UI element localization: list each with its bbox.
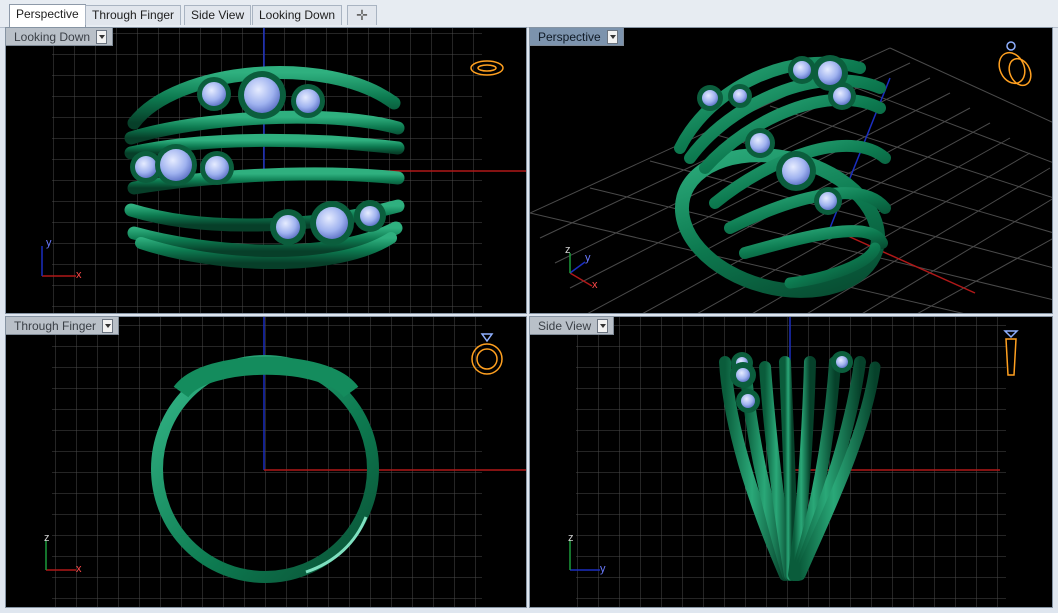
tab-side-view[interactable]: Side View: [184, 5, 252, 25]
viewport-looking-down[interactable]: y x Looking Down: [5, 27, 527, 314]
dropdown-arrow-icon[interactable]: [102, 318, 114, 333]
tab-through-finger[interactable]: Through Finger: [85, 5, 182, 25]
ring-navigation-icon[interactable]: [1003, 330, 1019, 376]
viewport-side-view[interactable]: z y Side View: [529, 316, 1053, 608]
tab-perspective[interactable]: Perspective: [9, 4, 86, 27]
add-tab-button[interactable]: ✛: [347, 5, 377, 25]
viewport-title-label: Side View: [538, 318, 592, 333]
perspective-canvas: [530, 41, 1052, 313]
viewport-through-finger[interactable]: z x Through Finger: [5, 316, 527, 608]
dropdown-arrow-icon[interactable]: [597, 318, 609, 333]
axis-z-label: z: [565, 244, 571, 256]
axis-x-label: x: [592, 279, 598, 291]
axis-y-label: y: [600, 563, 606, 575]
axis-y-label: y: [585, 252, 591, 264]
through-finger-canvas: [45, 317, 526, 607]
viewport-title-side-view[interactable]: Side View: [530, 317, 615, 335]
ring-navigation-icon[interactable]: [994, 41, 1035, 89]
axis-y-label: y: [46, 237, 52, 249]
side-view-canvas: [569, 317, 1019, 607]
dropdown-arrow-icon[interactable]: [96, 29, 108, 44]
viewport-title-label: Looking Down: [14, 29, 91, 44]
tab-looking-down[interactable]: Looking Down: [252, 5, 343, 25]
looking-down-canvas: [41, 28, 526, 313]
viewport-title-through-finger[interactable]: Through Finger: [6, 317, 120, 335]
viewport-tab-strip: Perspective Through Finger Side View Loo…: [0, 0, 1058, 28]
axis-z-label: z: [568, 532, 574, 544]
viewport-title-label: Perspective: [538, 29, 601, 44]
viewport-title-perspective[interactable]: Perspective: [530, 28, 624, 46]
axis-z-label: z: [44, 532, 50, 544]
viewport-title-looking-down[interactable]: Looking Down: [6, 28, 114, 46]
axis-x-label: x: [76, 563, 82, 575]
dropdown-arrow-icon[interactable]: [606, 29, 618, 44]
viewport-title-label: Through Finger: [14, 318, 97, 333]
axis-x-label: x: [76, 269, 82, 281]
plus-icon: ✛: [356, 7, 368, 23]
viewport-perspective[interactable]: z y x Perspective: [529, 27, 1053, 314]
